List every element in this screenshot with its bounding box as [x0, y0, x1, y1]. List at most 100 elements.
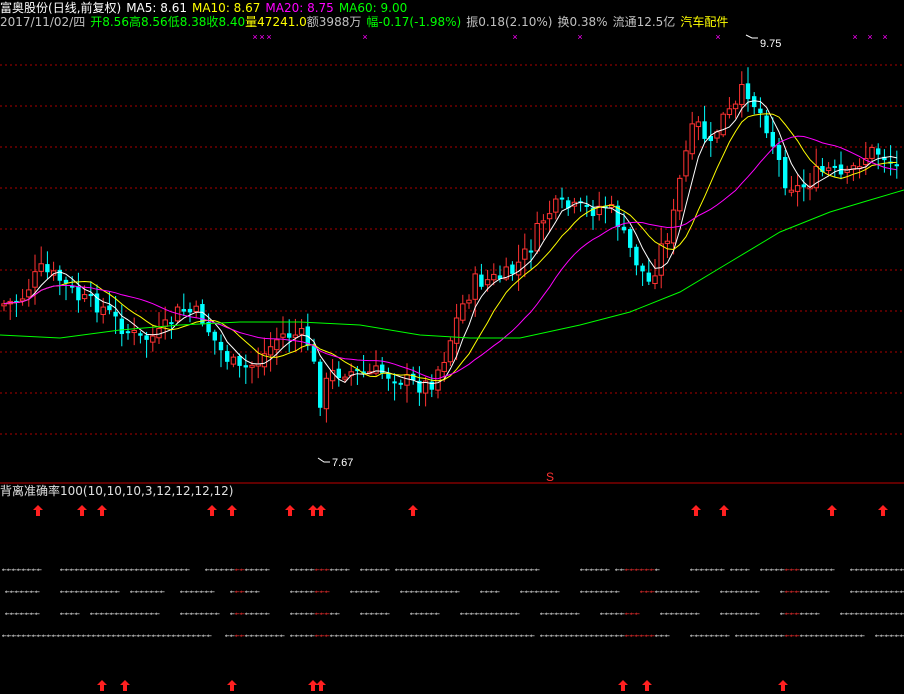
candle-body	[534, 223, 540, 252]
candle-body	[193, 305, 199, 313]
divergence-arrow: ←	[900, 587, 904, 596]
candle-body	[732, 103, 739, 110]
candle-body	[373, 365, 379, 374]
divergence-arrow: ←	[265, 565, 270, 574]
divergence-arrow: ←	[185, 565, 190, 574]
divergence-arrow: ←	[825, 587, 830, 596]
divergence-arrow: ←	[555, 587, 560, 596]
candle-body	[522, 248, 528, 260]
low-price-label: 7.67	[332, 457, 353, 469]
divergence-arrow: ←	[615, 587, 620, 596]
indicator-panel: ← ← ← ← ← ← ← ← ← ← ← ← ← ← ← ← ← ← ← ← ← ← ← ← ← ← ← ← ← ← ← ← ← ← ← ← ← ← ← ←…	[2, 505, 904, 691]
candle-body	[267, 346, 274, 356]
candle-body	[472, 273, 478, 300]
kline-chart[interactable]: × × × × × × × × × × ← ← ← ← ← ← ← ← ← ← ← ← ← ← ← ← ← ← ← ← ← ← ← ← ← ← ← ← ←…	[0, 0, 904, 694]
candle-body	[466, 299, 472, 304]
candle-body	[131, 330, 137, 334]
candle-body	[621, 226, 627, 231]
candle-body	[212, 331, 217, 341]
candle-body	[584, 204, 589, 207]
candle-body	[392, 381, 397, 384]
candle-body	[292, 334, 299, 338]
divergence-arrow: ←	[745, 565, 750, 574]
candle-body	[411, 373, 416, 381]
buy-arrow-icon	[97, 505, 107, 516]
divergence-arrow: ←	[535, 565, 540, 574]
candle-body	[26, 289, 32, 298]
candle-body	[81, 294, 88, 300]
candle-body	[386, 373, 391, 379]
buy-arrow-icon	[227, 505, 237, 516]
candle-body	[783, 156, 788, 189]
candle-body	[119, 318, 124, 335]
signal-mark: ×	[266, 32, 271, 42]
divergence-arrow: ←	[207, 631, 212, 640]
candle-body	[218, 341, 224, 351]
candle-body	[559, 197, 565, 200]
divergence-arrow: ←	[695, 587, 700, 596]
divergence-arrow: ←	[725, 631, 730, 640]
buy-arrow-icon	[33, 505, 43, 516]
divergence-arrow: ←	[255, 587, 260, 596]
candle-body	[794, 185, 801, 192]
candle-body	[546, 213, 553, 220]
signal-mark: ×	[259, 32, 264, 42]
low-price-marker: 7.67	[317, 457, 353, 469]
candle-body	[677, 177, 683, 212]
divergence-arrow: ←	[900, 565, 904, 574]
candle-body	[150, 335, 156, 343]
candle-body	[125, 331, 131, 334]
candle-body	[162, 319, 168, 327]
candle-body	[447, 340, 454, 363]
signal-mark: ×	[512, 32, 517, 42]
divergence-arrow: ←	[215, 609, 220, 618]
candle-body	[287, 333, 292, 338]
candle-body	[1, 303, 7, 307]
candle-body	[323, 377, 330, 410]
divergence-arrow: ←	[695, 609, 700, 618]
candle-body	[298, 328, 305, 335]
divergence-arrow: ←	[655, 565, 660, 574]
divergence-arrow: ←	[35, 587, 40, 596]
candle-body	[825, 167, 832, 171]
high-price-label: 9.75	[760, 38, 781, 50]
candle-body	[652, 275, 658, 284]
candle-body	[169, 322, 174, 325]
divergence-arrow: ←	[900, 631, 904, 640]
buy-arrow-icon	[691, 505, 701, 516]
candle-body	[274, 339, 280, 351]
divergence-arrow: ←	[830, 565, 835, 574]
candle-body	[869, 146, 875, 159]
candle-body	[318, 361, 323, 408]
divergence-arrow: ←	[530, 631, 535, 640]
buy-arrow-icon	[97, 680, 107, 691]
candle-body	[720, 113, 726, 136]
divergence-arrow: ←	[860, 631, 865, 640]
candle-body	[453, 317, 460, 344]
candle-body	[460, 303, 466, 321]
divergence-arrow: ←	[375, 587, 380, 596]
candle-body	[640, 265, 645, 272]
buy-arrow-icon	[719, 505, 729, 516]
divergence-arrow: ←	[495, 587, 500, 596]
buy-arrow-icon	[207, 505, 217, 516]
candle-body	[280, 333, 286, 338]
candle-body	[695, 121, 702, 128]
candle-body	[726, 108, 733, 116]
signal-mark: ×	[715, 32, 720, 42]
divergence-arrow: ←	[755, 587, 760, 596]
candle-body	[342, 376, 348, 380]
divergence-arrow: ←	[35, 609, 40, 618]
buy-arrow-icon	[408, 505, 418, 516]
divergence-arrow: ←	[385, 609, 390, 618]
buy-arrow-icon	[308, 680, 318, 691]
divergence-arrow: ←	[515, 609, 520, 618]
candle-body	[664, 240, 671, 244]
candle-body	[689, 123, 695, 155]
signal-mark: ×	[852, 32, 857, 42]
candle-body	[876, 148, 881, 155]
candle-body	[670, 209, 677, 244]
buy-arrow-icon	[285, 505, 295, 516]
signal-mark: ×	[362, 32, 367, 42]
candle-body	[553, 198, 559, 213]
